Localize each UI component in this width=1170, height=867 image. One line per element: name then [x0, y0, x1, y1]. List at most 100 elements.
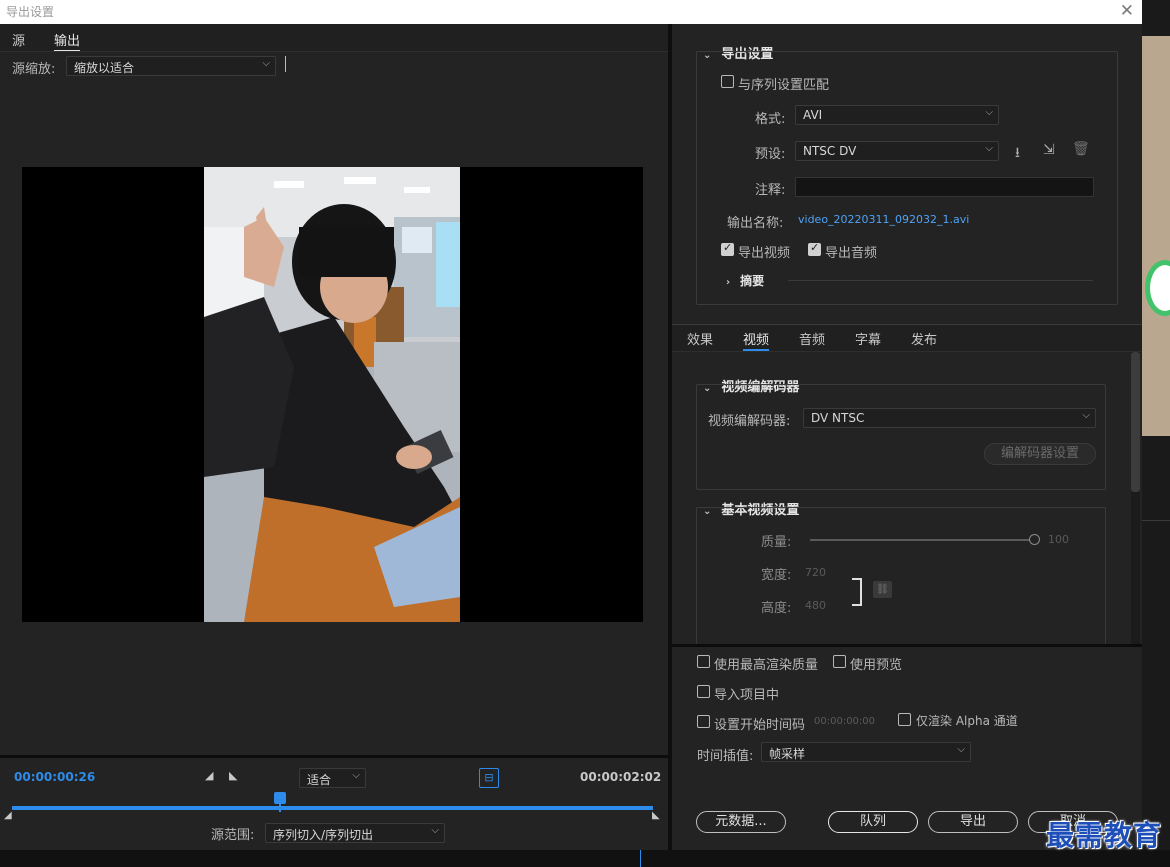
chevron-down-icon: ⌵ — [985, 107, 993, 118]
height-label: 高度: — [761, 601, 792, 616]
source-range-dropdown[interactable]: 序列切入/序列切出 ⌵ — [265, 823, 445, 843]
format-label: 格式: — [755, 112, 786, 127]
source-range-value: 序列切入/序列切出 — [273, 828, 374, 842]
max-render-label: 使用最高渲染质量 — [714, 658, 819, 673]
render-alpha-label: 仅渲染 Alpha 通道 — [916, 714, 1018, 728]
chevron-down-icon: ⌵ — [262, 58, 270, 69]
start-timecode-checkbox[interactable] — [697, 715, 710, 728]
tab-effects[interactable]: 效果 — [687, 329, 713, 348]
save-preset-icon[interactable]: ⭳ — [1015, 142, 1020, 166]
summary-header[interactable]: › 摘要 — [726, 272, 764, 289]
height-value: 480 — [805, 599, 826, 612]
summary-title: 摘要 — [740, 274, 765, 288]
preset-value: NTSC DV — [803, 144, 857, 158]
import-preset-icon[interactable]: ⇲ — [1043, 142, 1055, 158]
use-previews-label: 使用预览 — [850, 658, 903, 673]
time-interp-value: 帧采样 — [769, 747, 806, 761]
video-codec-label: 视频编解码器: — [708, 414, 791, 429]
start-timecode-label: 设置开始时间码 — [714, 718, 806, 733]
video-frame-image — [204, 167, 460, 622]
tab-captions[interactable]: 字幕 — [855, 329, 881, 348]
range-end-handle-icon[interactable]: ◣ — [652, 810, 660, 821]
aspect-correction-icon[interactable]: ⊟ — [479, 768, 499, 788]
tab-source[interactable]: 源 — [12, 30, 25, 49]
source-zoom-label: 源缩放: — [12, 62, 56, 77]
mark-in-icon[interactable]: ◢ — [205, 769, 213, 782]
metadata-button[interactable]: 元数据... — [696, 811, 786, 833]
use-previews-checkbox[interactable] — [833, 655, 846, 668]
options-divider — [672, 644, 1142, 647]
duration-timecode: 00:00:02:02 — [580, 770, 662, 784]
chevron-down-icon: ⌵ — [431, 825, 439, 836]
export-button[interactable]: 导出 — [928, 811, 1018, 833]
codec-settings-button[interactable]: 编解码器设置 — [984, 443, 1096, 465]
chevron-down-icon: ⌵ — [352, 770, 360, 781]
comment-input[interactable] — [795, 177, 1094, 197]
tab-publish[interactable]: 发布 — [911, 329, 937, 348]
import-project-checkbox[interactable] — [697, 685, 710, 698]
output-name-link[interactable]: video_20220311_092032_1.avi — [798, 213, 969, 226]
width-label: 宽度: — [761, 568, 792, 583]
max-render-checkbox[interactable] — [697, 655, 710, 668]
video-codec-box — [696, 384, 1106, 490]
bottom-strip — [0, 850, 1170, 867]
export-audio-label: 导出音频 — [825, 246, 878, 261]
background-app-line — [1142, 520, 1170, 521]
time-interp-label: 时间插值: — [697, 749, 754, 764]
preset-dropdown[interactable]: NTSC DV ⌵ — [795, 141, 999, 161]
delete-preset-icon[interactable]: 🗑 — [1072, 141, 1090, 157]
output-name-label: 输出名称: — [727, 216, 784, 231]
export-audio-checkbox[interactable] — [808, 241, 821, 256]
preview-tabs: 源 输出 — [0, 24, 668, 52]
watermark-logo: 最需教育 — [1046, 819, 1163, 852]
start-timecode-value: 00:00:00:00 — [814, 716, 876, 727]
export-video-label: 导出视频 — [738, 246, 791, 261]
comment-label: 注释: — [755, 183, 786, 198]
render-alpha-checkbox[interactable] — [898, 713, 911, 726]
chevron-down-icon: ⌵ — [957, 744, 965, 755]
format-value: AVI — [803, 108, 823, 122]
tab-output[interactable]: 输出 — [54, 30, 81, 51]
source-zoom-value: 缩放以适合 — [74, 61, 135, 75]
playhead-icon[interactable] — [274, 792, 286, 804]
basic-video-box — [696, 507, 1106, 644]
quality-label: 质量: — [761, 535, 792, 550]
settings-scrollbar-thumb[interactable] — [1131, 352, 1140, 492]
export-video-checkbox[interactable] — [721, 241, 734, 256]
current-timecode[interactable]: 00:00:00:26 — [14, 770, 95, 784]
time-interp-dropdown[interactable]: 帧采样 ⌵ — [761, 742, 971, 762]
tab-audio[interactable]: 音频 — [799, 329, 825, 348]
chevron-right-icon: › — [726, 277, 731, 288]
mark-out-icon[interactable]: ◣ — [229, 769, 237, 782]
quality-slider-thumb[interactable] — [1029, 534, 1040, 545]
close-icon[interactable]: ✕ — [1120, 1, 1134, 21]
playback-divider — [0, 755, 668, 758]
window-titlebar: 导出设置 ✕ — [0, 0, 1142, 24]
width-value: 720 — [805, 566, 826, 579]
tab-video[interactable]: 视频 — [743, 329, 770, 351]
video-codec-value: DV NTSC — [811, 411, 865, 425]
bottom-playhead-line — [640, 850, 641, 867]
window-title: 导出设置 — [6, 5, 55, 19]
video-codec-dropdown[interactable]: DV NTSC ⌵ — [803, 408, 1096, 428]
chevron-down-icon: ⌵ — [1082, 410, 1090, 421]
match-sequence-label: 与序列设置匹配 — [738, 78, 830, 93]
source-zoom-dropdown[interactable]: 缩放以适合 ⌵ — [66, 56, 276, 76]
chevron-down-icon: ⌵ — [985, 143, 993, 154]
queue-button[interactable]: 队列 — [828, 811, 918, 833]
quality-slider-track[interactable] — [810, 539, 1032, 541]
classroom-photo — [204, 167, 460, 622]
background-app-thumbnail — [1142, 36, 1170, 436]
link-dimensions-icon[interactable]: ⛓ — [873, 581, 892, 598]
import-project-label: 导入项目中 — [714, 688, 780, 703]
format-dropdown[interactable]: AVI ⌵ — [795, 105, 999, 125]
match-sequence-checkbox[interactable] — [721, 75, 734, 88]
timeline-range-bar[interactable] — [12, 806, 653, 810]
range-start-handle-icon[interactable]: ◢ — [4, 810, 12, 821]
link-bracket — [852, 578, 862, 606]
fit-dropdown[interactable]: 适合 ⌵ — [299, 768, 366, 788]
playhead-line — [279, 804, 281, 812]
source-range-label: 源范围: — [211, 828, 255, 843]
summary-rule — [788, 280, 1093, 281]
crop-cursor-divider — [285, 56, 286, 72]
